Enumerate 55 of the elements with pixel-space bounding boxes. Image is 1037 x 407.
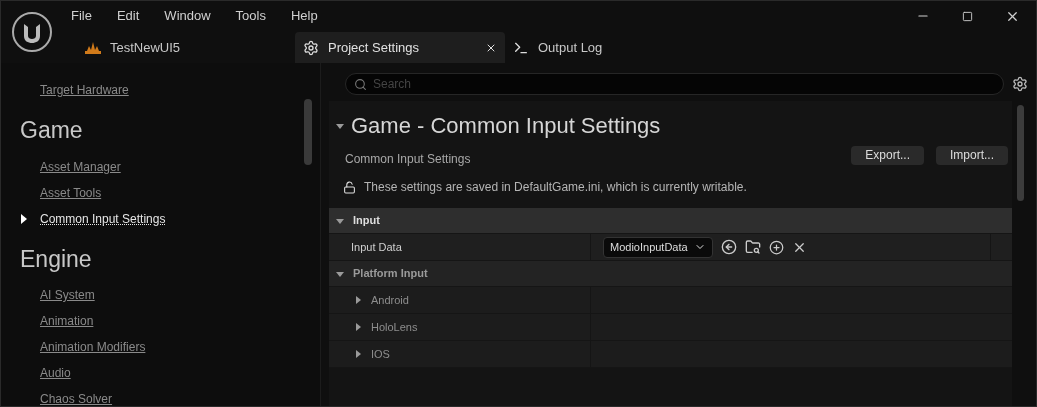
sidebar-link[interactable]: Common Input Settings: [40, 209, 166, 228]
sidebar-link[interactable]: AI System: [40, 286, 95, 304]
subcategory-label: Android: [371, 292, 409, 308]
maximize-icon[interactable]: [962, 10, 973, 22]
expand-arrow-icon[interactable]: [353, 295, 363, 305]
logo-icon[interactable]: [11, 11, 53, 53]
tab[interactable]: Project Settings: [295, 32, 505, 63]
asset-dropdown[interactable]: ModioInputData: [603, 236, 713, 258]
section-heading: Game: [20, 116, 84, 145]
sidebar-link[interactable]: Asset Manager: [40, 157, 121, 176]
menu-item[interactable]: Window: [156, 6, 219, 26]
subcategory-label: HoloLens: [371, 319, 418, 335]
page-subtitle: Common Input Settings: [345, 151, 472, 168]
expand-arrow-icon[interactable]: [353, 349, 363, 359]
search-icon: [354, 77, 367, 91]
category-label: Platform Input: [353, 266, 428, 282]
add-icon[interactable]: [768, 239, 784, 255]
menu-item[interactable]: File: [63, 6, 100, 26]
tab[interactable]: TestNewUI5: [77, 32, 295, 63]
tab[interactable]: Output Log: [505, 32, 723, 63]
sidebar-link[interactable]: Asset Tools: [40, 183, 102, 202]
subcategory-row[interactable]: Android: [329, 287, 1012, 314]
sidebar-link[interactable]: Target Hardware: [40, 81, 129, 99]
sidebar-link[interactable]: Animation Modifiers: [40, 338, 146, 356]
category-header[interactable]: Platform Input: [329, 261, 1012, 287]
settings-icon: [303, 39, 319, 56]
search-field[interactable]: Search: [373, 75, 995, 93]
unlock-icon: [343, 180, 356, 194]
sidebar-link[interactable]: Chaos Solver: [40, 390, 113, 406]
menu-item[interactable]: Help: [282, 6, 326, 26]
settings-icon[interactable]: [1012, 76, 1028, 92]
subcategory-row[interactable]: IOS: [329, 341, 1012, 368]
subcategory-label: IOS: [371, 346, 390, 362]
menu-item[interactable]: Edit: [108, 6, 148, 26]
notice-text: These settings are saved in DefaultGame.ini, which is currently writable.: [364, 179, 747, 196]
property-label: Input Data: [329, 234, 591, 260]
search-bar[interactable]: Search: [345, 73, 1004, 95]
subcategory-row[interactable]: HoloLens: [329, 314, 1012, 341]
category-label: Input: [353, 213, 380, 229]
menu-item[interactable]: Tools: [227, 6, 274, 26]
sidebar-link[interactable]: Audio: [40, 364, 71, 382]
header-button[interactable]: Export...: [851, 145, 924, 165]
tab-label[interactable]: Output Log: [538, 37, 715, 58]
page-title: Game - Common Input Settings: [351, 112, 661, 140]
folder-search-icon[interactable]: [744, 239, 761, 255]
tab-label[interactable]: TestNewUI5: [110, 37, 287, 58]
section-heading: Engine: [20, 244, 93, 274]
category-header[interactable]: Input: [329, 208, 1012, 234]
expand-arrow-icon[interactable]: [353, 322, 363, 332]
sidebar-link[interactable]: Animation: [40, 312, 94, 330]
scrollbar[interactable]: [304, 99, 312, 165]
tab-label[interactable]: Project Settings: [328, 37, 476, 58]
scrollbar[interactable]: [1016, 105, 1024, 201]
flame-icon: [85, 41, 101, 54]
header-button[interactable]: Import...: [936, 145, 1008, 165]
